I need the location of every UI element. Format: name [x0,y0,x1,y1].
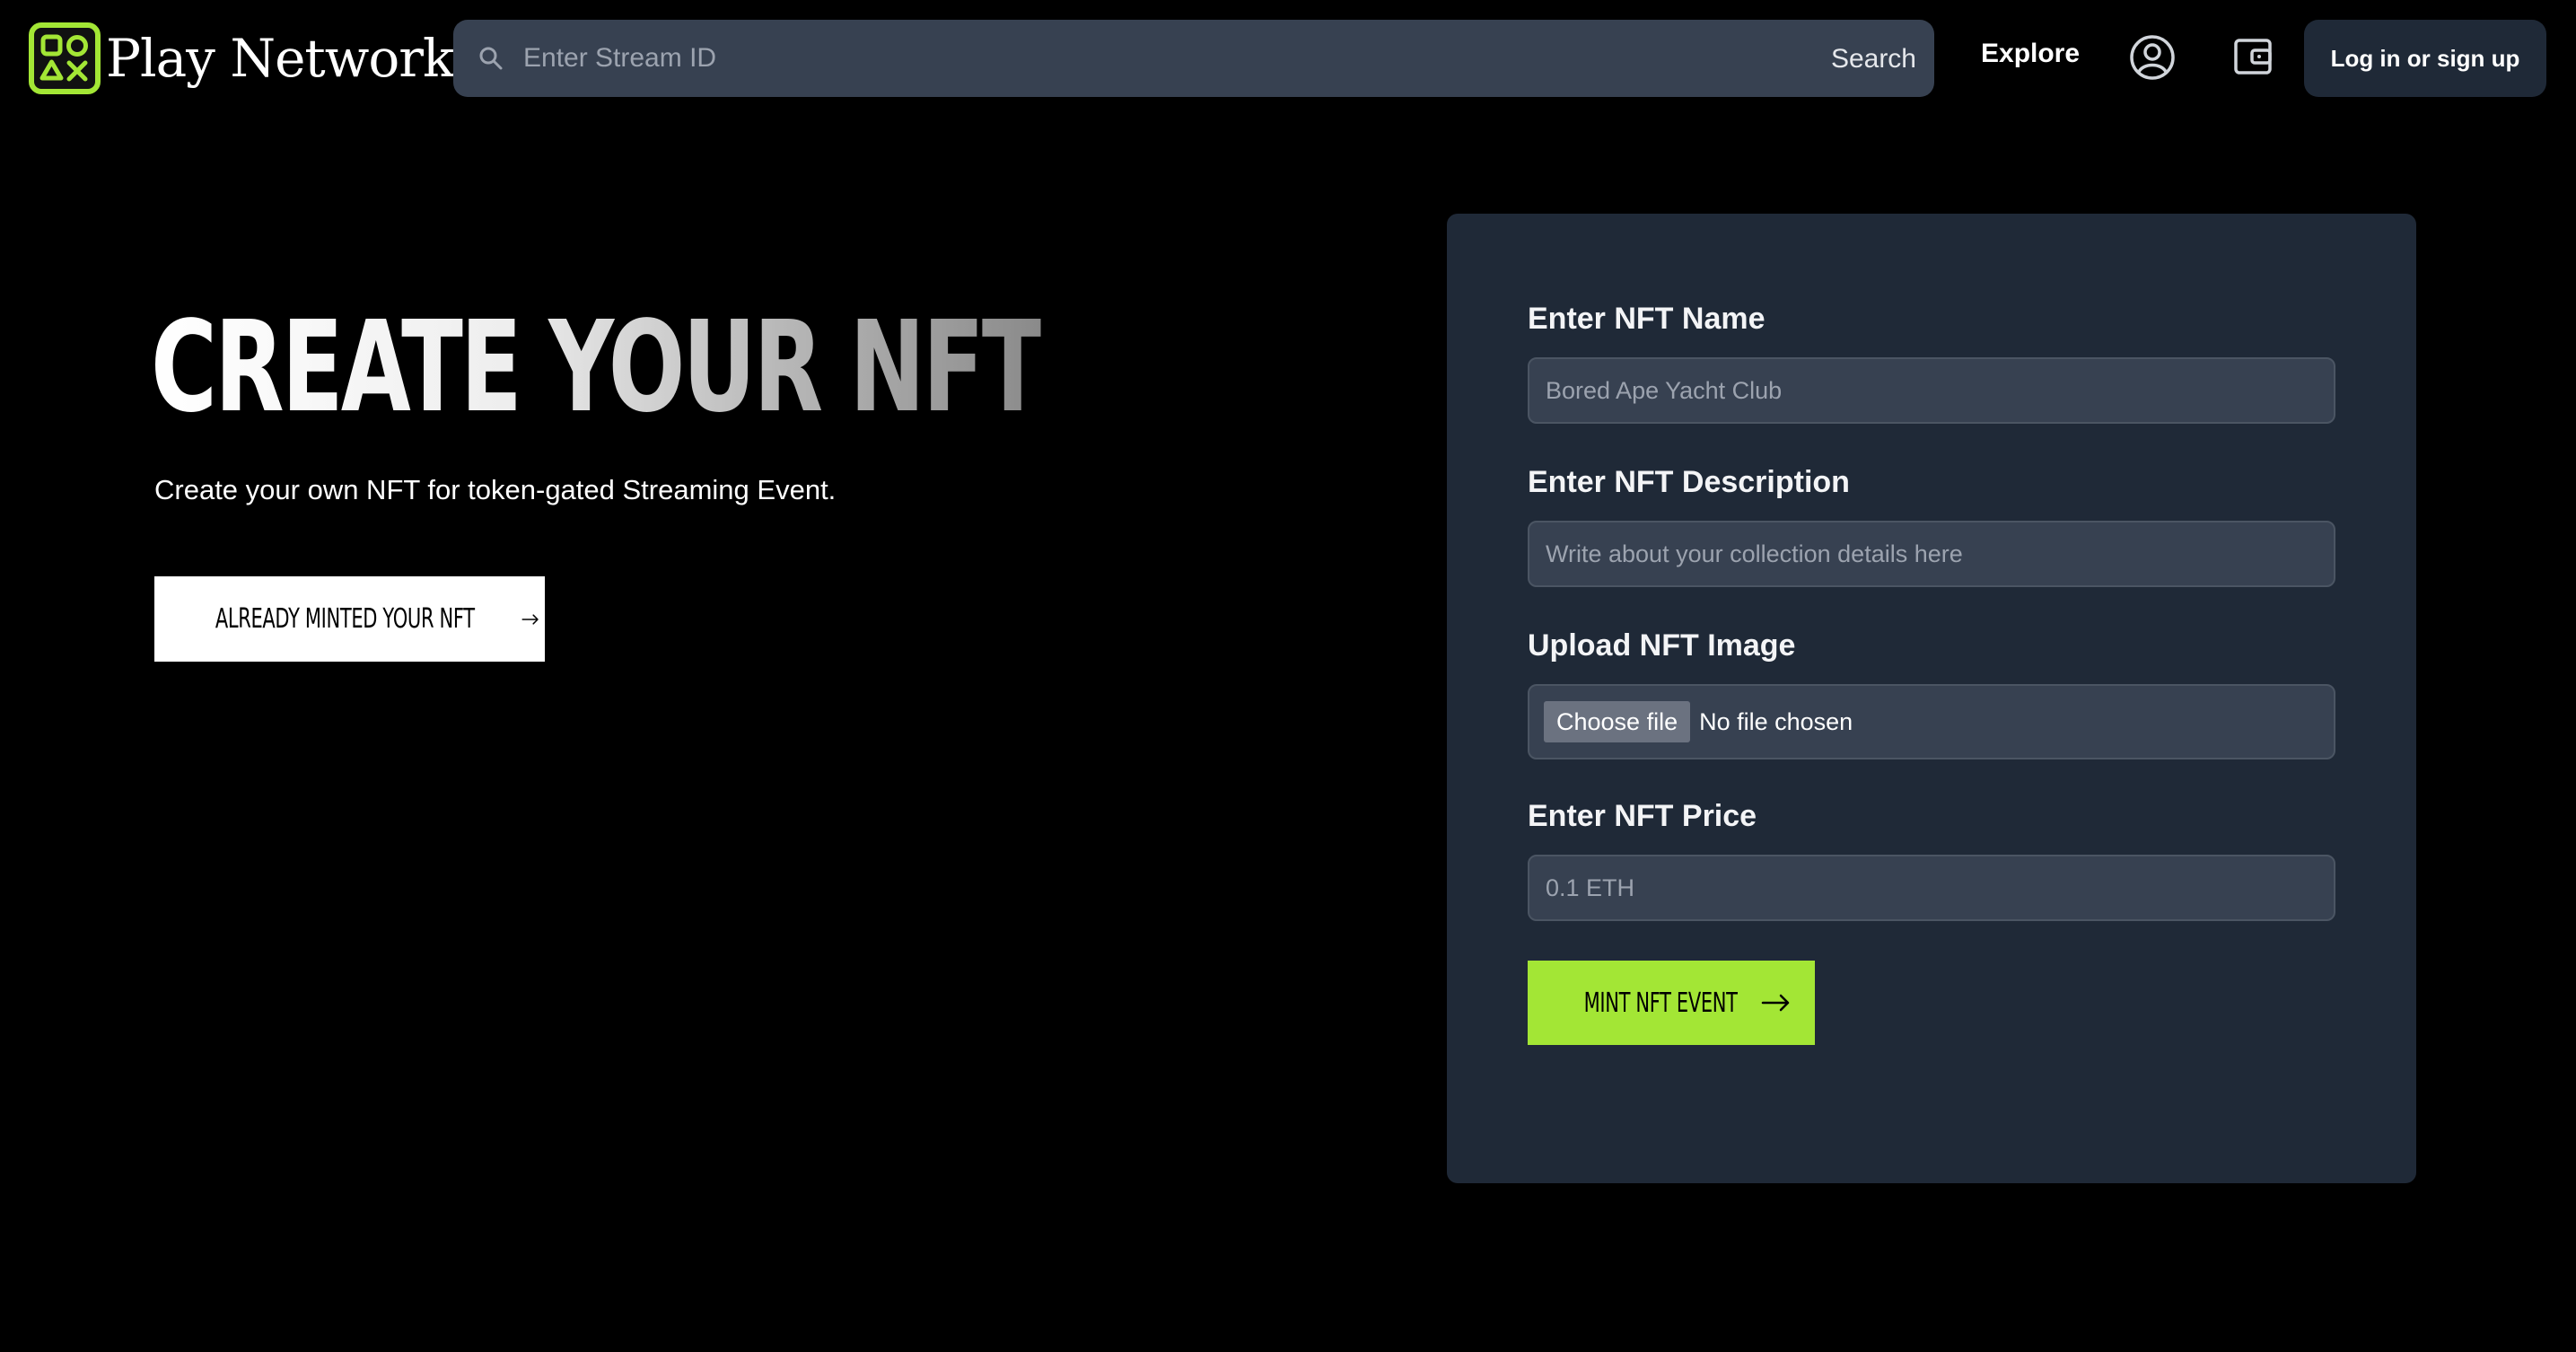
nft-price-input[interactable] [1528,855,2335,921]
nft-description-label: Enter NFT Description [1528,465,1850,499]
file-status-text: No file chosen [1699,707,1853,735]
gamepad-buttons-logo-icon [29,22,101,94]
choose-file-button[interactable]: Choose file [1544,701,1691,742]
search-icon [479,47,503,70]
nft-price-label: Enter NFT Price [1528,799,1757,833]
already-minted-label: ALREADY MINTED YOUR NFT [215,603,475,635]
nft-name-label: Enter NFT Name [1528,302,1766,336]
nft-image-upload[interactable]: Choose file No file chosen [1528,684,2335,759]
nft-image-label: Upload NFT Image [1528,628,1796,663]
search-button[interactable]: Search [1826,20,1922,97]
user-circle-icon[interactable] [2129,34,2176,81]
app-logo[interactable]: Play Network [29,22,454,94]
mint-nft-event-label: MINT NFT EVENT [1583,987,1738,1019]
nft-name-input[interactable] [1528,357,2335,424]
search-bar: Search [453,20,1934,97]
nft-description-input[interactable] [1528,521,2335,587]
create-nft-form: Enter NFT Name Enter NFT Description Upl… [1447,214,2416,1183]
login-signup-button[interactable]: Log in or sign up [2304,20,2546,97]
already-minted-button[interactable]: ALREADY MINTED YOUR NFT [154,576,545,662]
explore-link[interactable]: Explore [1981,39,2080,69]
wallet-icon[interactable] [2232,36,2274,77]
arrow-right-icon [521,613,539,625]
page-title: CREATE YOUR NFT [151,294,1044,441]
stream-id-search-input[interactable] [521,20,1688,97]
app-name: Play Network [106,28,454,89]
page-subtitle: Create your own NFT for token-gated Stre… [154,474,837,505]
top-navbar: Play Network Search Explore Log in or si… [0,0,2576,115]
mint-nft-event-button[interactable]: MINT NFT EVENT [1528,961,1815,1045]
arrow-right-icon [1761,994,1790,1012]
